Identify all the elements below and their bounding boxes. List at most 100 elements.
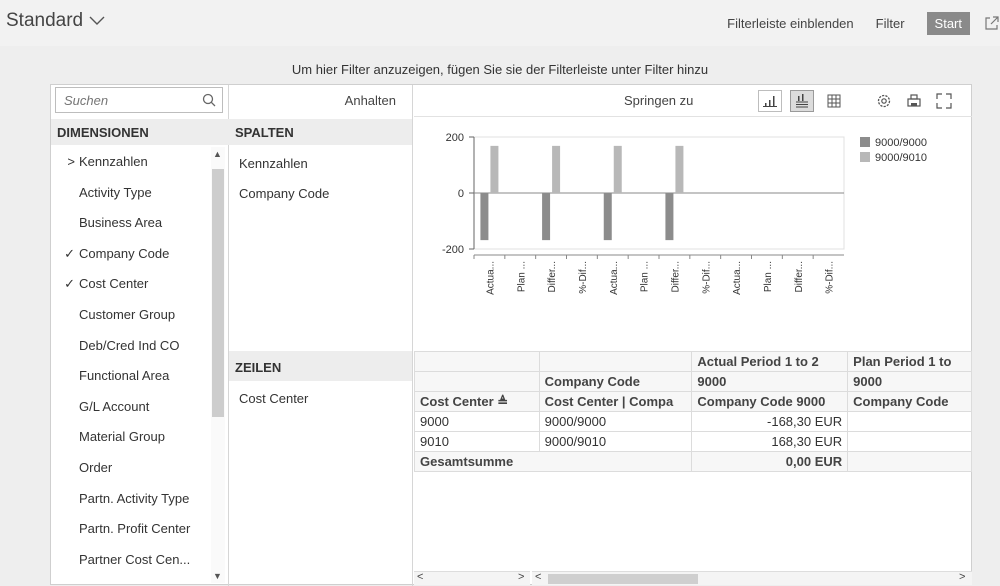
dimension-label: Business Area [79, 215, 163, 231]
data-table: Actual Period 1 to 2 Plan Period 1 to Co… [413, 351, 972, 472]
dimension-item[interactable]: ✓ Company Code [51, 239, 211, 270]
dimension-item[interactable]: Partn. Profit Center [51, 514, 211, 545]
print-icon[interactable] [906, 93, 922, 109]
horizontal-scrollbar-left[interactable]: < > [414, 571, 530, 585]
x-tick-label: Differ... [794, 261, 805, 293]
search-input[interactable] [56, 88, 186, 112]
chart-bar [613, 145, 622, 193]
variant-label: Standard [6, 10, 84, 31]
scroll-up-icon[interactable]: ▲ [213, 149, 222, 159]
rows-header: ZEILEN [229, 351, 412, 381]
dimensions-header: DIMENSIONEN [51, 119, 229, 145]
table-header-row: Company Code 9000 9000 [414, 371, 972, 392]
dimension-mark [51, 300, 79, 331]
dimension-mark [51, 208, 79, 239]
x-tick-label: Actua... [485, 261, 496, 295]
x-tick-label: %-Dif... [701, 261, 712, 294]
table-row[interactable]: 9010 9000/9010 168,30 EUR [414, 431, 972, 452]
x-tick-label: Plan ... [640, 261, 651, 292]
dimension-label: Material Group [79, 429, 165, 445]
table-header-row: Cost Center ≜ Cost Center | Compa Compan… [414, 391, 972, 412]
header-cell: 9000 [691, 371, 849, 392]
filter-hint: Um hier Filter anzuzeigen, fügen Sie sie… [291, 62, 709, 77]
scrollbar-thumb[interactable] [548, 574, 698, 584]
scroll-right-icon[interactable]: > [959, 571, 965, 583]
dimension-item[interactable]: Order [51, 453, 211, 484]
dimension-label: Kennzahlen [79, 154, 148, 169]
dimension-item[interactable]: G/L Account [51, 392, 211, 423]
table-cell: -168,30 EUR [691, 411, 849, 432]
dimension-label: Partn. Activity Type [79, 490, 190, 506]
export-icon[interactable] [984, 15, 1000, 31]
row-item[interactable]: Cost Center [239, 391, 308, 406]
content-panel: Springen zu 200 0 -200 Actua... Plan ... Diff… [413, 85, 972, 586]
x-tick-label: Plan ... [516, 261, 527, 292]
dimension-item[interactable]: Partner Cost Cen... [51, 545, 211, 576]
dimension-item[interactable]: Partn. Activity Type [51, 484, 211, 515]
header-cell: Company Code [538, 371, 693, 392]
table-row[interactable]: 9000 9000/9000 -168,30 EUR [414, 411, 972, 432]
chart-bar [675, 145, 684, 193]
table-cell [847, 431, 972, 452]
scroll-left-icon[interactable]: < [535, 571, 541, 583]
dimension-label: Cost Center [79, 276, 149, 292]
sort-header-cell[interactable]: Cost Center ≜ [414, 391, 540, 412]
dimension-item[interactable]: Deb/Cred Ind CO [51, 331, 211, 362]
dimension-item[interactable]: Activity Type [51, 178, 211, 209]
chart-bar [665, 193, 674, 241]
total-label: Gesamtsumme [413, 451, 693, 472]
horizontal-scrollbar-right[interactable]: < > [532, 571, 972, 585]
header-cell [538, 351, 693, 372]
y-tick-label: 0 [458, 188, 464, 200]
dimension-mark: > [67, 154, 75, 169]
scroll-down-icon[interactable]: ▼ [213, 571, 222, 581]
dimension-item[interactable]: Material Group [51, 422, 211, 453]
fullscreen-icon[interactable] [936, 93, 952, 109]
x-tick-label: Differ... [670, 261, 681, 293]
x-tick-label: Plan ... [763, 261, 774, 292]
dimension-mark: ✓ [64, 245, 75, 261]
scroll-right-icon[interactable]: > [518, 571, 524, 583]
show-filterbar-link[interactable]: Filterleiste einblenden [727, 16, 853, 31]
column-item[interactable]: Company Code [239, 186, 329, 201]
search-icon[interactable] [202, 93, 216, 107]
dimension-label: Deb/Cred Ind CO [79, 337, 180, 353]
jump-to-link[interactable]: Springen zu [624, 93, 693, 108]
total-empty [847, 451, 972, 472]
dimension-mark [51, 361, 79, 392]
chart-view-button[interactable] [758, 90, 782, 112]
header-cell [414, 371, 540, 392]
dimension-mark [51, 331, 79, 362]
chart-table-view-button[interactable] [790, 90, 814, 112]
search-box[interactable] [55, 87, 223, 113]
bar-chart: 200 0 -200 Actua... Plan ... Differ... %-Dif..… [442, 132, 927, 295]
dimension-scrollbar[interactable]: ▲ ▼ [211, 147, 225, 583]
dimension-item[interactable]: Customer Group [51, 300, 211, 331]
x-tick-label: Actua... [732, 261, 743, 295]
dimension-item[interactable]: Business Area [51, 208, 211, 239]
dimension-label: Functional Area [79, 368, 170, 384]
top-bar: Standard Filterleiste einblenden Filter … [0, 0, 1000, 46]
dimension-mark [51, 514, 79, 545]
scrollbar-thumb[interactable] [212, 169, 224, 417]
y-tick-label: 200 [446, 132, 464, 144]
variant-selector[interactable]: Standard [6, 10, 105, 32]
dimension-item[interactable]: > Kennzahlen [51, 147, 211, 178]
filter-button[interactable]: Filter [876, 16, 905, 31]
scroll-left-icon[interactable]: < [417, 571, 423, 583]
settings-icon[interactable] [876, 93, 892, 109]
header-cell: Company Code 9000 [691, 391, 849, 412]
dimension-item[interactable]: Functional Area [51, 361, 211, 392]
dimension-mark [51, 422, 79, 453]
dimension-label: Activity Type [79, 184, 152, 200]
legend-label: 9000/9000 [875, 137, 927, 149]
header-cell: Actual Period 1 to 2 [691, 351, 849, 372]
table-cell: 168,30 EUR [691, 431, 849, 452]
chart-bar [490, 145, 499, 193]
start-button[interactable]: Start [926, 11, 970, 35]
dimension-mark [51, 453, 79, 484]
pause-button[interactable]: Anhalten [345, 93, 396, 108]
table-view-button[interactable] [822, 90, 846, 112]
column-item[interactable]: Kennzahlen [239, 156, 308, 171]
dimension-item[interactable]: ✓ Cost Center [51, 269, 211, 300]
